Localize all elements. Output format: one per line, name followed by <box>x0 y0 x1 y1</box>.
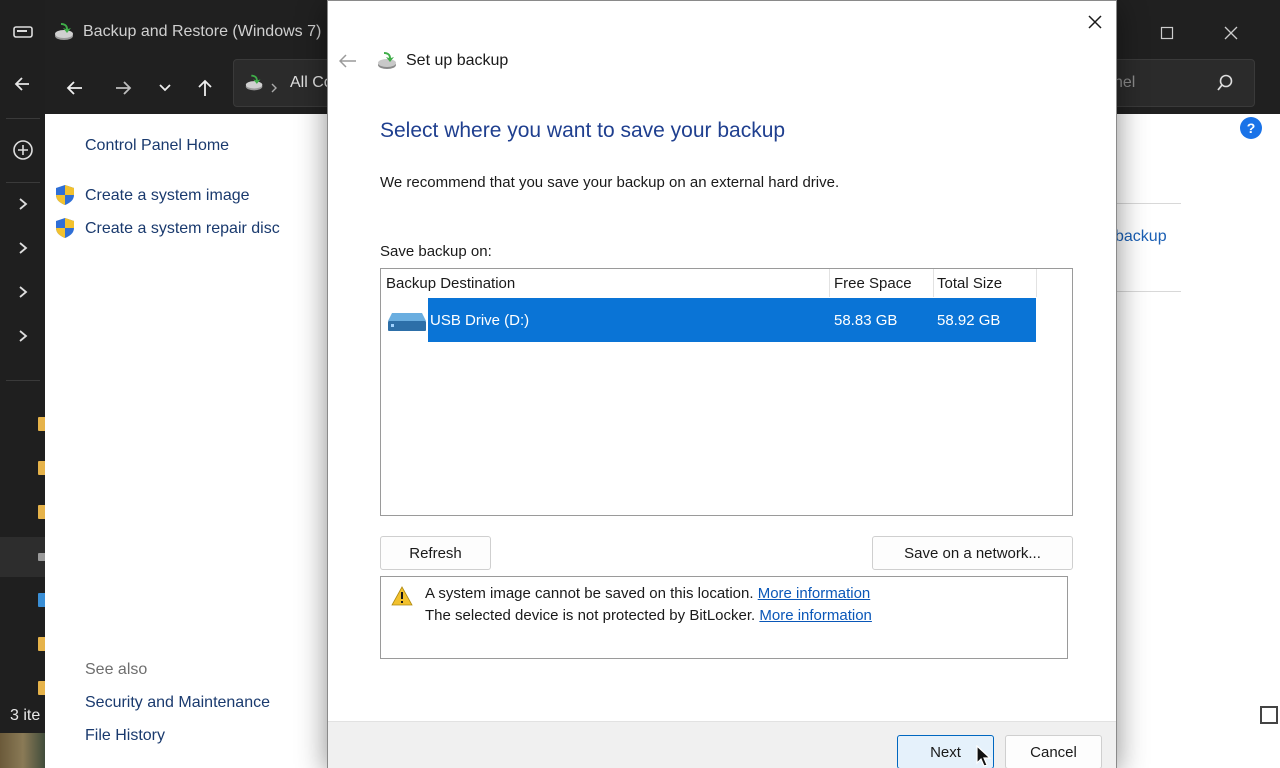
total-size-value: 58.92 GB <box>937 312 1001 329</box>
security-maintenance-link[interactable]: Security and Maintenance <box>85 694 270 712</box>
resize-grip <box>1260 706 1278 724</box>
warning-icon <box>391 586 413 611</box>
save-on-network-button[interactable]: Save on a network... <box>872 536 1073 570</box>
maximize-button[interactable] <box>1147 18 1187 48</box>
close-icon[interactable] <box>1078 7 1112 37</box>
divider <box>1115 291 1181 292</box>
backup-link[interactable]: backup <box>1115 228 1167 246</box>
chevron-right-icon[interactable] <box>0 230 46 266</box>
more-information-link[interactable]: More information <box>759 607 872 624</box>
backup-destination-list[interactable]: Backup Destination Free Space Total Size… <box>380 268 1073 516</box>
chevron-right-icon[interactable] <box>0 318 46 354</box>
warning-text: A system image cannot be saved on this l… <box>425 585 754 602</box>
see-also-label: See also <box>85 661 148 678</box>
column-separator[interactable] <box>829 269 830 297</box>
backup-app-icon <box>53 20 77 49</box>
divider <box>1115 203 1181 204</box>
window-title: Backup and Restore (Windows 7) <box>83 23 322 40</box>
more-information-link[interactable]: More information <box>758 585 871 602</box>
file-history-link[interactable]: File History <box>85 727 165 745</box>
dialog-title: Set up backup <box>406 52 509 69</box>
refresh-button[interactable]: Refresh <box>380 536 491 570</box>
back-arrow-icon[interactable] <box>0 66 46 102</box>
divider <box>6 118 40 119</box>
dialog-heading: Select where you want to save your backu… <box>380 119 786 142</box>
column-separator[interactable] <box>1036 269 1037 297</box>
add-circle-icon[interactable] <box>0 132 46 168</box>
cancel-button[interactable]: Cancel <box>1005 735 1102 768</box>
item-count: 3 ite <box>10 707 41 724</box>
backup-app-icon <box>244 72 266 99</box>
search-placeholder: nel <box>1114 74 1136 91</box>
chevron-right-icon[interactable] <box>0 186 46 222</box>
chevron-right-icon[interactable] <box>0 274 46 310</box>
mouse-cursor-icon <box>976 744 992 768</box>
up-arrow-icon[interactable] <box>187 70 223 106</box>
column-header-total-size[interactable]: Total Size <box>937 269 1002 299</box>
free-space-value: 58.83 GB <box>834 312 898 329</box>
destination-name: USB Drive (D:) <box>430 312 530 329</box>
drive-icon <box>0 14 46 50</box>
dialog-footer: Next Cancel <box>328 721 1116 768</box>
dialog-description: We recommend that you save your backup o… <box>380 174 840 191</box>
create-system-image-link[interactable]: Create a system image <box>85 187 250 205</box>
backup-app-icon <box>376 49 400 78</box>
help-icon[interactable]: ? <box>1240 117 1262 139</box>
save-on-label: Save backup on: <box>380 243 492 260</box>
back-arrow-icon[interactable] <box>336 49 360 73</box>
chevron-right-icon <box>270 80 278 98</box>
close-window-button[interactable] <box>1211 18 1251 48</box>
back-arrow-icon[interactable] <box>57 70 93 106</box>
shield-icon <box>54 217 76 244</box>
warning-text: The selected device is not protected by … <box>425 607 756 624</box>
divider <box>6 380 40 381</box>
column-separator[interactable] <box>933 269 934 297</box>
explorer-side-strip: 3 ite <box>0 0 46 768</box>
desktop-wallpaper <box>0 733 46 768</box>
divider <box>6 182 40 183</box>
search-icon[interactable] <box>1216 74 1234 97</box>
shield-icon <box>54 184 76 211</box>
warning-panel: A system image cannot be saved on this l… <box>380 576 1068 659</box>
warning-line: A system image cannot be saved on this l… <box>425 585 870 602</box>
search-input[interactable]: nel <box>1111 59 1255 107</box>
create-repair-disc-link[interactable]: Create a system repair disc <box>85 220 280 238</box>
recent-locations-chevron-icon[interactable] <box>147 70 183 106</box>
warning-line: The selected device is not protected by … <box>425 607 872 624</box>
usb-drive-icon <box>387 309 427 338</box>
setup-backup-dialog: Set up backup Select where you want to s… <box>327 0 1117 768</box>
column-header-destination[interactable]: Backup Destination <box>386 269 515 299</box>
control-panel-home-link[interactable]: Control Panel Home <box>85 137 229 155</box>
forward-arrow-icon[interactable] <box>105 70 141 106</box>
column-header-free-space[interactable]: Free Space <box>834 269 912 299</box>
